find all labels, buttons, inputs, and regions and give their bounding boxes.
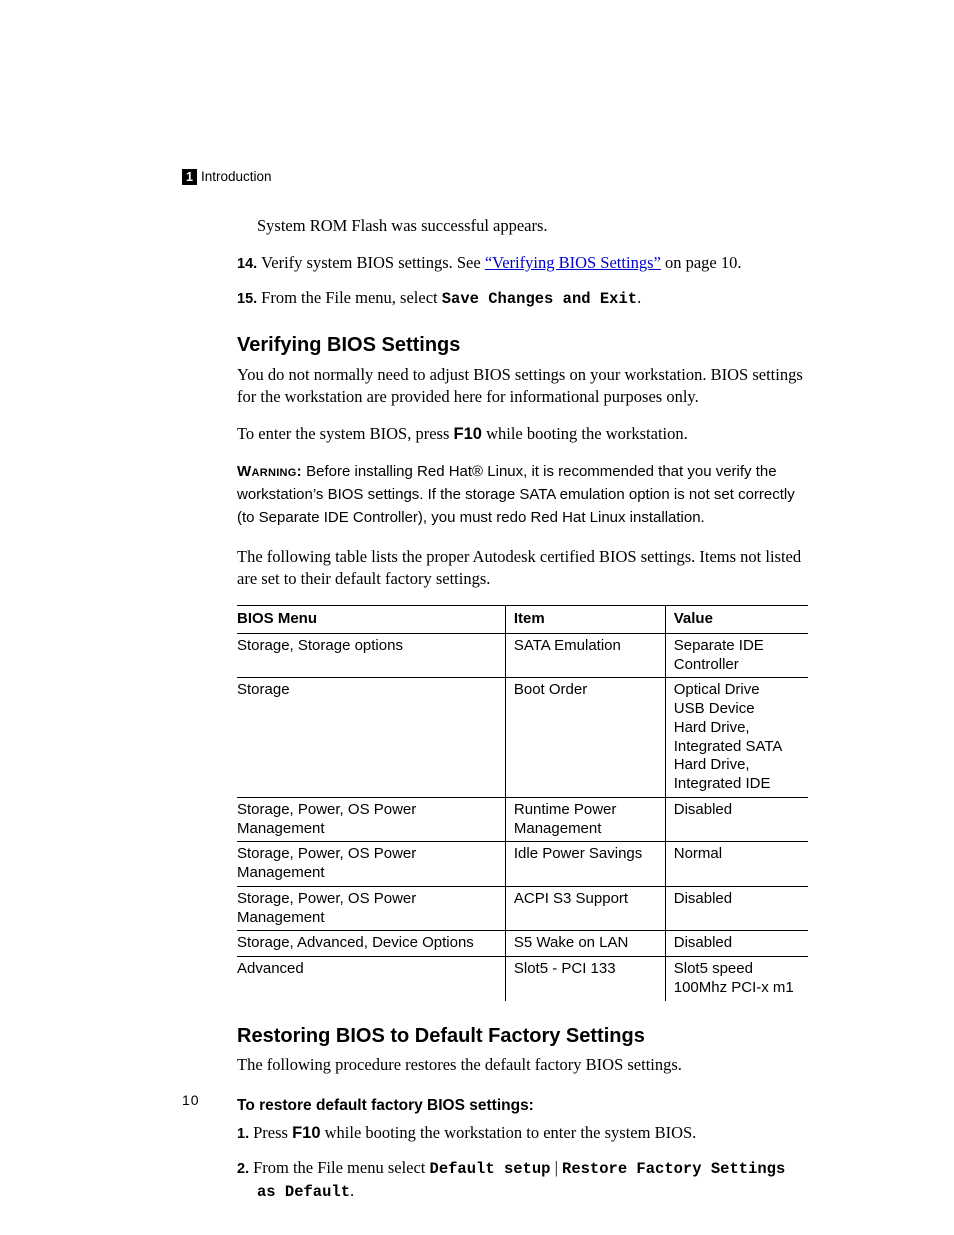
text: while booting the workstation. <box>482 424 688 443</box>
step-14: 14.Verify system BIOS settings. See “Ver… <box>237 252 808 275</box>
table-cell: Optical DriveUSB DeviceHard Drive, Integ… <box>665 678 808 798</box>
col-bios-menu: BIOS Menu <box>237 606 505 634</box>
table-cell: SATA Emulation <box>505 633 665 678</box>
table-cell: Disabled <box>665 797 808 842</box>
table-cell: Storage, Power, OS Power Management <box>237 842 505 887</box>
intro-step-list: 14.Verify system BIOS settings. See “Ver… <box>237 252 808 310</box>
step-15: 15.From the File menu, select Save Chang… <box>237 287 808 310</box>
table-cell: Separate IDE Controller <box>665 633 808 678</box>
continuation-text: System ROM Flash was successful appears. <box>257 215 808 238</box>
step-text-tail: on page 10. <box>661 253 742 272</box>
step-number: 14. <box>237 256 257 272</box>
heading-verifying: Verifying BIOS Settings <box>237 332 808 360</box>
step-text: From the File menu, select <box>261 288 442 307</box>
chapter-number-chip: 1 <box>182 169 197 185</box>
verifying-bios-link[interactable]: “Verifying BIOS Settings” <box>485 253 661 272</box>
step-text-tail: . <box>637 288 641 307</box>
step-number: 15. <box>237 291 257 307</box>
key-f10: F10 <box>454 425 482 443</box>
table-cell: Normal <box>665 842 808 887</box>
table-cell: ACPI S3 Support <box>505 886 665 931</box>
verify-p3: The following table lists the proper Aut… <box>237 546 808 592</box>
table-row: Storage, Power, OS Power ManagementRunti… <box>237 797 808 842</box>
table-cell: Disabled <box>665 886 808 931</box>
table-row: Storage, Advanced, Device OptionsS5 Wake… <box>237 931 808 957</box>
verifying-section: Verifying BIOS Settings You do not norma… <box>237 332 808 1001</box>
table-cell: Storage, Power, OS Power Management <box>237 797 505 842</box>
verify-p1: You do not normally need to adjust BIOS … <box>237 364 808 410</box>
list-item: 1.Press F10 while booting the workstatio… <box>237 1122 808 1145</box>
bios-settings-table: BIOS Menu Item Value Storage, Storage op… <box>237 605 808 1000</box>
restore-subhead: To restore default factory BIOS settings… <box>237 1095 808 1116</box>
list-item: 2.From the File menu select Default setu… <box>237 1157 808 1204</box>
col-item: Item <box>505 606 665 634</box>
table-cell: Idle Power Savings <box>505 842 665 887</box>
restore-p1: The following procedure restores the def… <box>237 1054 808 1077</box>
chapter-title: Introduction <box>201 169 272 184</box>
table-cell: Storage <box>237 678 505 798</box>
text: . <box>350 1181 354 1200</box>
table-row: Storage, Power, OS Power ManagementACPI … <box>237 886 808 931</box>
heading-restoring: Restoring BIOS to Default Factory Settin… <box>237 1023 808 1051</box>
table-cell: Storage, Power, OS Power Management <box>237 886 505 931</box>
table-row: AdvancedSlot5 - PCI 133Slot5 speed 100Mh… <box>237 957 808 1001</box>
col-value: Value <box>665 606 808 634</box>
table-cell: Slot5 - PCI 133 <box>505 957 665 1001</box>
page-number: 10 <box>182 1091 200 1110</box>
warning-block: Warning: Before installing Red Hat® Linu… <box>237 460 808 530</box>
table-cell: Advanced <box>237 957 505 1001</box>
verify-p2: To enter the system BIOS, press F10 whil… <box>237 423 808 446</box>
page: 1 Introduction System ROM Flash was succe… <box>0 0 954 1235</box>
running-head: 1 Introduction <box>182 168 272 187</box>
step-number: 1. <box>237 1126 249 1142</box>
table-cell: Runtime Power Management <box>505 797 665 842</box>
step-text: Verify system BIOS settings. See <box>261 253 485 272</box>
table-header-row: BIOS Menu Item Value <box>237 606 808 634</box>
step-number: 2. <box>237 1161 249 1177</box>
table-cell: Disabled <box>665 931 808 957</box>
warning-label: Warning: <box>237 463 302 480</box>
restoring-section: Restoring BIOS to Default Factory Settin… <box>237 1023 808 1204</box>
restore-step-list: 1.Press F10 while booting the workstatio… <box>237 1122 808 1204</box>
table-cell: S5 Wake on LAN <box>505 931 665 957</box>
table-cell: Storage, Advanced, Device Options <box>237 931 505 957</box>
menu-command: Save Changes and Exit <box>442 290 637 308</box>
table-cell: Boot Order <box>505 678 665 798</box>
text: while booting the workstation to enter t… <box>321 1123 697 1142</box>
text: Press <box>253 1123 292 1142</box>
table-row: StorageBoot OrderOptical DriveUSB Device… <box>237 678 808 798</box>
table-cell: Slot5 speed 100Mhz PCI-x m1 <box>665 957 808 1001</box>
menu-command: Default setup <box>430 1160 551 1178</box>
table-row: Storage, Storage optionsSATA EmulationSe… <box>237 633 808 678</box>
key-label: F10 <box>292 1124 320 1142</box>
table-row: Storage, Power, OS Power ManagementIdle … <box>237 842 808 887</box>
table-cell: Storage, Storage options <box>237 633 505 678</box>
warning-body: Before installing Red Hat® Linux, it is … <box>237 463 795 527</box>
body-column: System ROM Flash was successful appears.… <box>237 215 808 1204</box>
text: To enter the system BIOS, press <box>237 424 454 443</box>
text: From the File menu select <box>253 1158 429 1177</box>
text: | <box>550 1158 562 1177</box>
